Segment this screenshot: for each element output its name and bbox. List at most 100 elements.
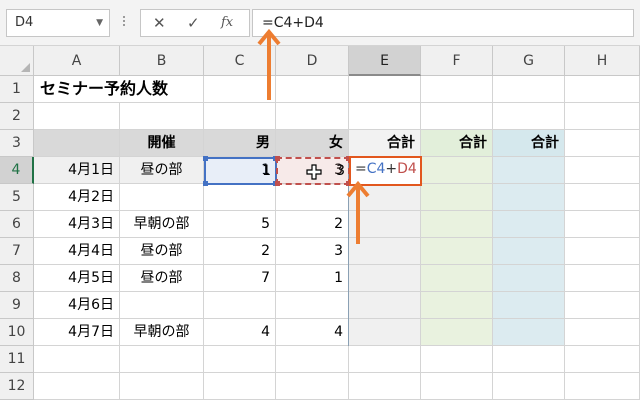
row-header-10[interactable]: 10 [0,319,34,346]
total-cell-f[interactable] [421,211,493,238]
date-cell[interactable]: 4月3日 [34,211,120,238]
cell-c2[interactable] [204,103,276,130]
session-cell[interactable] [120,184,204,211]
date-cell[interactable]: 4月7日 [34,319,120,346]
session-cell[interactable]: 早朝の部 [120,319,204,346]
cell-h9[interactable] [565,292,640,319]
cell-d11[interactable] [276,346,349,373]
session-cell[interactable]: 昼の部 [120,238,204,265]
header-session[interactable]: 開催 [120,130,204,157]
session-cell[interactable] [120,292,204,319]
cell-e12[interactable] [349,373,421,400]
cancel-icon[interactable]: ✕ [153,10,166,36]
cell-a12[interactable] [34,373,120,400]
cell-h5[interactable] [565,184,640,211]
cell-c11[interactable] [204,346,276,373]
row-header-8[interactable]: 8 [0,265,34,292]
cell-b11[interactable] [120,346,204,373]
total-cell-f[interactable] [421,157,493,184]
cell-f12[interactable] [421,373,493,400]
cell-f11[interactable] [421,346,493,373]
female-cell[interactable]: 3 [276,238,349,265]
select-all-button[interactable] [0,46,34,76]
cell-d1[interactable] [276,76,349,103]
total-cell-g[interactable] [493,211,565,238]
cell-e11[interactable] [349,346,421,373]
header-female[interactable]: 女 [276,130,349,157]
header-total-g[interactable]: 合計 [493,130,565,157]
total-cell-g[interactable] [493,319,565,346]
male-cell[interactable] [204,184,276,211]
cell-a2[interactable] [34,103,120,130]
cell-g2[interactable] [493,103,565,130]
session-cell[interactable]: 昼の部 [120,157,204,184]
total-cell-f[interactable] [421,265,493,292]
cell-g1[interactable] [493,76,565,103]
total-cell-e[interactable] [349,319,421,346]
column-header-a[interactable]: A [34,46,120,76]
column-header-d[interactable]: D [276,46,349,76]
cell-g12[interactable] [493,373,565,400]
name-box[interactable]: D4 ▼ [6,9,110,37]
male-cell[interactable]: 7 [204,265,276,292]
cell-h4[interactable] [565,157,640,184]
cell-c12[interactable] [204,373,276,400]
total-cell-g[interactable] [493,238,565,265]
male-cell[interactable]: 5 [204,211,276,238]
female-cell[interactable]: 4 [276,319,349,346]
title-cell[interactable]: セミナー予約人数 [34,76,168,103]
total-cell-f[interactable] [421,319,493,346]
enter-icon[interactable]: ✓ [187,10,200,36]
row-header-6[interactable]: 6 [0,211,34,238]
total-cell-g[interactable] [493,157,565,184]
row-header-9[interactable]: 9 [0,292,34,319]
date-cell[interactable]: 4月6日 [34,292,120,319]
total-cell-e[interactable] [349,292,421,319]
cell-b1[interactable] [120,76,204,103]
total-cell-e[interactable] [349,265,421,292]
cell-e1[interactable] [349,76,421,103]
row-header-11[interactable]: 11 [0,346,34,373]
cell-h11[interactable] [565,346,640,373]
cell-h10[interactable] [565,319,640,346]
header-total-f[interactable]: 合計 [421,130,493,157]
date-cell[interactable]: 4月5日 [34,265,120,292]
cell-d12[interactable] [276,373,349,400]
cell-h3[interactable] [565,130,640,157]
cell-h6[interactable] [565,211,640,238]
row-header-2[interactable]: 2 [0,103,34,130]
female-cell[interactable] [276,292,349,319]
cell-h8[interactable] [565,265,640,292]
column-header-f[interactable]: F [421,46,493,76]
female-cell[interactable]: 2 [276,211,349,238]
cell-d2[interactable] [276,103,349,130]
cell-e2[interactable] [349,103,421,130]
column-header-g[interactable]: G [493,46,565,76]
cell-f1[interactable] [421,76,493,103]
female-cell[interactable]: 1 [276,265,349,292]
male-cell[interactable] [204,292,276,319]
cell-b12[interactable] [120,373,204,400]
column-header-b[interactable]: B [120,46,204,76]
total-cell-g[interactable] [493,292,565,319]
total-cell-g[interactable] [493,265,565,292]
header-total-e[interactable]: 合計 [349,130,421,157]
dropdown-icon[interactable]: ▼ [96,10,103,36]
total-cell-f[interactable] [421,292,493,319]
header-male[interactable]: 男 [204,130,276,157]
formula-input[interactable]: =C4+D4 [252,9,634,37]
date-cell[interactable]: 4月1日 [34,157,120,184]
cell-b2[interactable] [120,103,204,130]
male-cell[interactable]: 4 [204,319,276,346]
date-cell[interactable]: 4月2日 [34,184,120,211]
total-cell-g[interactable] [493,184,565,211]
session-cell[interactable]: 早朝の部 [120,211,204,238]
session-cell[interactable]: 昼の部 [120,265,204,292]
row-header-4[interactable]: 4 [0,157,34,184]
fx-icon[interactable]: fx [221,10,233,36]
total-cell-f[interactable] [421,184,493,211]
drag-handle-icon[interactable] [117,14,131,32]
row-header-1[interactable]: 1 [0,76,34,103]
female-cell[interactable] [276,184,349,211]
total-cell-f[interactable] [421,238,493,265]
